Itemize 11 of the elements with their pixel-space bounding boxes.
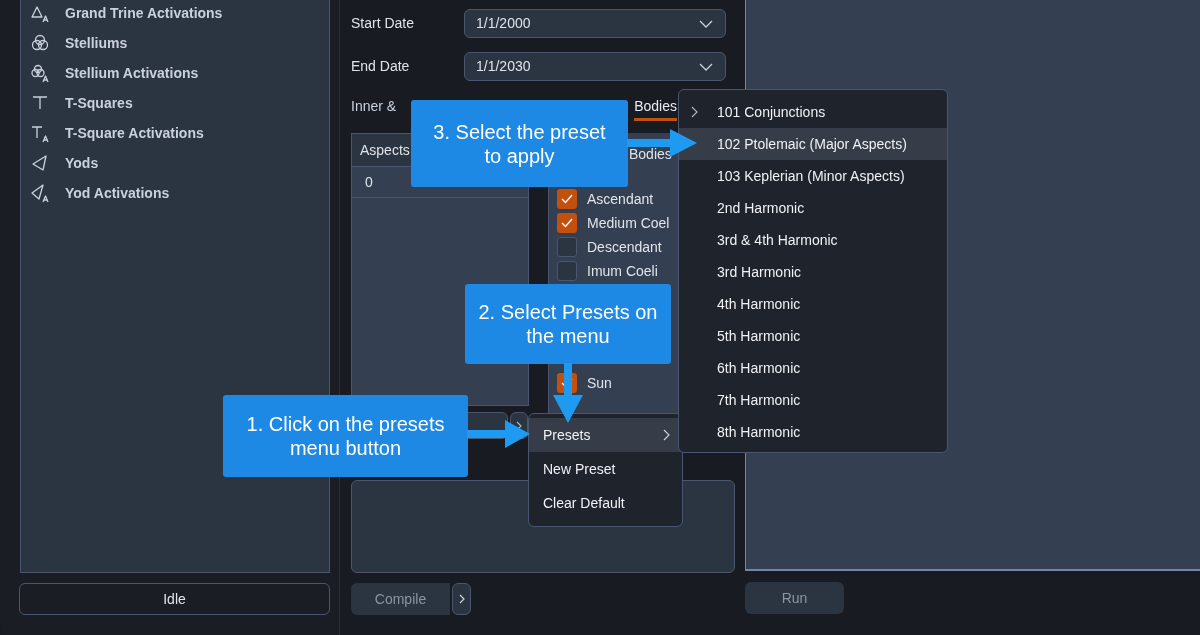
checkbox-label: Sun [587,373,612,393]
checkbox-label: Ascendant [587,189,654,209]
step-tooltip: 1. Click on the presets menu button [223,395,468,477]
checkbox-label: Medium Coel [587,213,670,233]
step-tooltip: 2. Select Presets on the menu [465,284,671,364]
checkbox-label: Descendant [587,237,662,257]
field-label: End Date [351,57,411,76]
field-label: Start Date [351,14,416,33]
column-header: Bodies [629,145,672,164]
step-tooltip: 3. Select the preset to apply [411,100,628,187]
checkbox-label: Imum Coeli [587,261,658,281]
